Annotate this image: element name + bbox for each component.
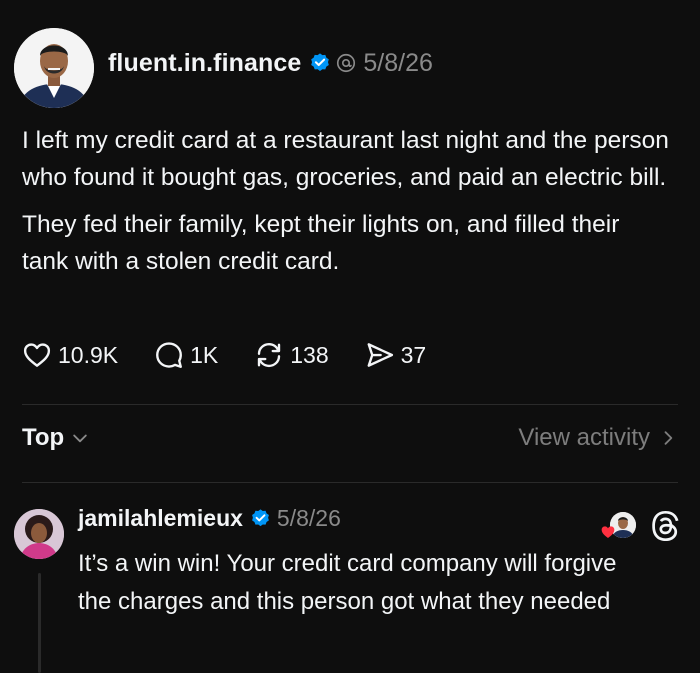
avatar[interactable] xyxy=(14,28,94,108)
comment-count: 1K xyxy=(190,341,219,368)
like-count: 10.9K xyxy=(58,341,119,368)
chevron-right-icon xyxy=(664,431,673,445)
post-date: 5/8/26 xyxy=(363,48,433,77)
share-icon xyxy=(367,343,393,367)
sort-dropdown[interactable]: Top xyxy=(22,424,90,452)
reply-badges xyxy=(600,509,682,543)
reply-date: 5/8/26 xyxy=(276,505,341,531)
post-paragraph: I left my credit card at a restaurant la… xyxy=(22,127,669,191)
post-actions: 10.9K 1K 138 37 xyxy=(22,340,462,370)
replies-toolbar: Top View activity xyxy=(22,424,678,452)
post-header: fluent.in.finance 5/8/26 xyxy=(14,28,433,108)
share-button[interactable]: 37 xyxy=(365,340,427,370)
verified-icon xyxy=(252,509,269,527)
chevron-down-icon xyxy=(73,434,87,443)
author-handle[interactable]: fluent.in.finance xyxy=(108,49,301,78)
reply-author-row: jamilahlemieux 5/8/26 xyxy=(78,505,341,532)
post-body: I left my credit card at a restaurant la… xyxy=(22,122,672,290)
post-paragraph: They fed their family, kept their lights… xyxy=(22,211,620,275)
repost-button[interactable]: 138 xyxy=(254,340,329,370)
divider xyxy=(22,404,678,405)
share-count: 37 xyxy=(400,341,427,368)
reply-author-handle[interactable]: jamilahlemieux xyxy=(78,505,243,532)
reply-avatar[interactable] xyxy=(14,509,64,559)
author-row: fluent.in.finance 5/8/26 xyxy=(108,49,433,78)
heart-icon xyxy=(23,343,51,367)
comment-button[interactable]: 1K xyxy=(154,340,218,370)
view-activity-label: View activity xyxy=(518,424,650,451)
divider xyxy=(22,482,678,483)
thread-line xyxy=(38,573,41,673)
sort-label: Top xyxy=(22,424,65,451)
repost-count: 138 xyxy=(290,341,329,368)
comment-icon xyxy=(156,342,183,368)
view-activity-link[interactable]: View activity xyxy=(518,424,678,452)
heart-icon xyxy=(601,526,615,538)
author-liked-badge xyxy=(600,512,638,540)
verified-icon xyxy=(311,53,330,71)
repost-icon xyxy=(258,342,281,368)
threads-icon xyxy=(337,53,356,73)
like-button[interactable]: 10.9K xyxy=(22,340,118,370)
threads-icon[interactable] xyxy=(648,509,682,543)
reply-text: It’s a win win! Your credit card company… xyxy=(78,550,617,615)
